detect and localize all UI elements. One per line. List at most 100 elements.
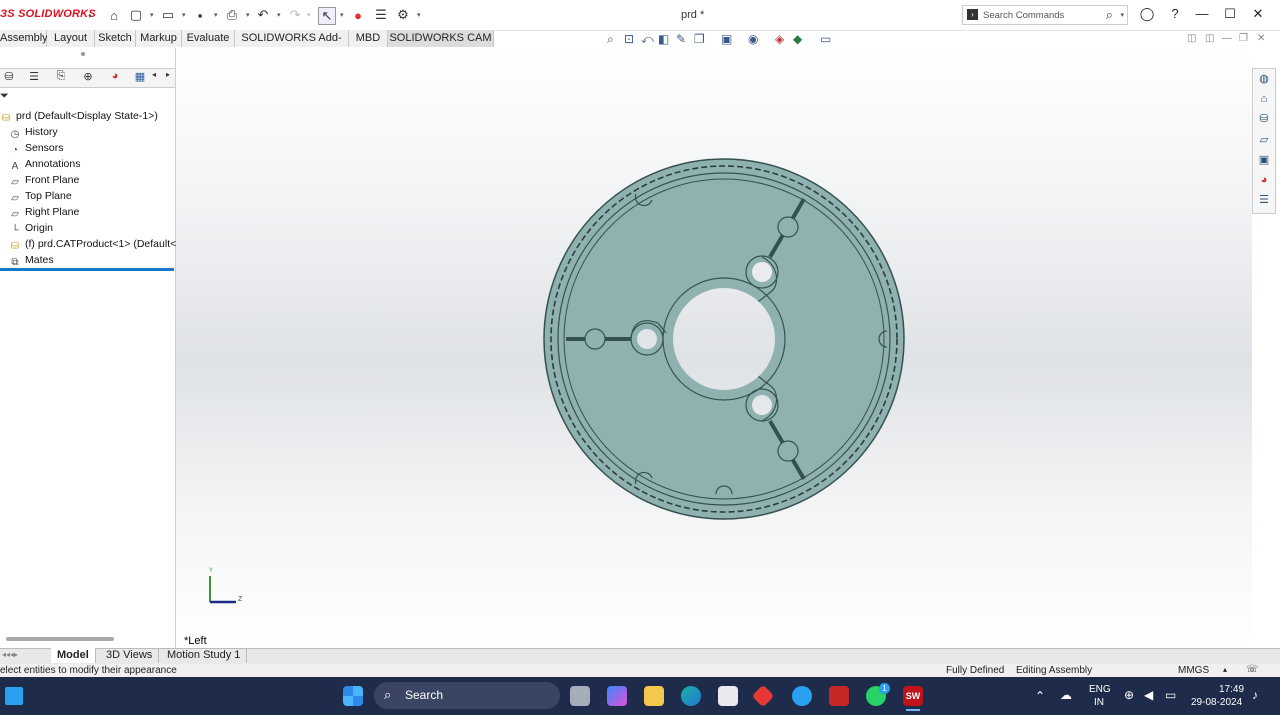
chevron-down-icon[interactable]: ▾ [246, 11, 250, 19]
previous-view-icon[interactable]: ⤺ [641, 32, 654, 47]
chevron-down-icon[interactable]: ▾ [307, 11, 311, 19]
input-language[interactable]: ENG [1089, 684, 1111, 695]
tree-item-annotations[interactable]: A Annotations [9, 156, 81, 172]
display-manager-tab-icon[interactable]: ◕ [106, 70, 124, 86]
rebuild-traffic-light-icon[interactable]: ● [350, 7, 366, 23]
clock-date[interactable]: 29-08-2024 [1191, 697, 1242, 708]
close-button[interactable]: ✕ [1248, 6, 1268, 22]
chevron-down-icon[interactable]: ▾ [182, 11, 186, 19]
battery-icon[interactable]: ▭ [1165, 688, 1176, 702]
panel-grip[interactable] [81, 52, 85, 56]
redo-icon[interactable]: ↷ [287, 7, 303, 23]
viewport-tile-icon[interactable]: ◫ [1187, 33, 1196, 44]
tab-mbd[interactable]: MBD [349, 30, 388, 47]
apply-scene-icon[interactable]: ◆ [793, 32, 802, 46]
tree-item-top-plane[interactable]: ▱ Top Plane [9, 188, 72, 204]
chevron-down-icon[interactable]: ▾ [417, 11, 421, 19]
tab-solidworks-cam[interactable]: SOLIDWORKS CAM [388, 30, 494, 47]
network-tray-icon[interactable]: ☁ [1060, 688, 1072, 702]
volume-icon[interactable]: ◀ [1144, 688, 1153, 702]
part-model[interactable] [540, 155, 910, 525]
tab-motion-study[interactable]: Motion Study 1 [161, 648, 248, 663]
notifications-bell-icon[interactable]: ♪ [1252, 688, 1258, 702]
solidworks-taskbar-icon[interactable]: SW [903, 686, 923, 706]
tree-item-right-plane[interactable]: ▱ Right Plane [9, 204, 79, 220]
home-icon[interactable]: ⌂ [106, 7, 122, 23]
appearances-icon[interactable]: ◕ [1256, 172, 1272, 188]
design-library-icon[interactable]: ⛁ [1256, 111, 1272, 127]
tree-root[interactable]: ⛁ prd (Default<Display State-1>) [0, 108, 158, 124]
tab-assembly[interactable]: Assembly [0, 30, 48, 47]
search-commands-box[interactable]: › Search Commands ⌕ ▾ [962, 5, 1128, 25]
user-account-icon[interactable]: ◯ [1137, 6, 1157, 22]
property-manager-tab-icon[interactable]: ☰ [25, 70, 43, 86]
microsoft-store-icon[interactable] [718, 686, 738, 706]
taskbar-search[interactable]: ⌕ Search [374, 682, 560, 709]
options-gear-icon[interactable]: ⚙ [395, 7, 411, 23]
edge-browser-icon[interactable] [681, 686, 701, 706]
tab-markup[interactable]: Markup [136, 30, 182, 47]
quick-tips-icon[interactable]: ☏ [1246, 664, 1259, 675]
view-orientation-icon[interactable]: ❒ [694, 32, 705, 46]
tree-rollback-bar[interactable] [0, 268, 174, 271]
viewport-minimize-icon[interactable]: — [1222, 33, 1232, 44]
feature-manager-tab-icon[interactable]: ⛁ [0, 70, 18, 86]
maximize-button[interactable]: ☐ [1220, 6, 1240, 22]
tree-item-origin[interactable]: └ Origin [9, 220, 53, 236]
tab-3d-views[interactable]: 3D Views [100, 648, 160, 663]
copilot-icon[interactable] [607, 686, 627, 706]
filter-icon[interactable]: ⏷ [0, 90, 9, 103]
view-settings-icon[interactable]: ▭ [820, 32, 831, 46]
tab-model[interactable]: Model [51, 648, 96, 663]
chevron-right-icon[interactable]: › [82, 7, 98, 23]
chevron-down-icon[interactable]: ▾ [277, 11, 281, 19]
chevron-up-icon[interactable]: ▴ [1223, 665, 1227, 674]
dimxpert-tab-icon[interactable]: ⊕ [79, 70, 97, 86]
tree-item-front-plane[interactable]: ▱ Front Plane [9, 172, 79, 188]
print-icon[interactable]: ⎙ [224, 7, 240, 23]
zoom-to-fit-icon[interactable]: ⌕ [607, 32, 614, 47]
edit-appearance-icon[interactable]: ◈ [775, 32, 784, 46]
help-icon[interactable]: ? [1165, 6, 1185, 21]
section-view-icon[interactable]: ◧ [658, 32, 669, 46]
chevron-down-icon[interactable]: ▾ [214, 11, 218, 19]
widgets-icon[interactable] [5, 687, 23, 705]
chevron-down-icon[interactable]: ▾ [150, 11, 154, 19]
tab-solidworks-add-ins[interactable]: SOLIDWORKS Add-Ins [235, 30, 349, 61]
tab-evaluate[interactable]: Evaluate [182, 30, 235, 47]
units-selector[interactable]: MMGS [1178, 665, 1209, 676]
tree-item-mates[interactable]: ⧉ Mates [9, 252, 53, 268]
tree-item-component[interactable]: ⛁ (f) prd.CATProduct<1> (Default< [9, 236, 176, 252]
minimize-button[interactable]: — [1192, 6, 1212, 21]
viewport-split-icon[interactable]: ◫ [1205, 33, 1214, 44]
input-region[interactable]: IN [1094, 697, 1104, 708]
open-folder-icon[interactable]: ▭ [160, 7, 176, 23]
chevron-down-icon[interactable]: ▾ [1120, 11, 1124, 19]
tab-layout[interactable]: Layout [47, 30, 95, 47]
undo-icon[interactable]: ↶ [255, 7, 271, 23]
windows-start-icon[interactable] [343, 686, 363, 706]
clock-time[interactable]: 17:49 [1219, 684, 1244, 695]
home-icon[interactable]: ⌂ [1256, 91, 1272, 107]
tree-item-history[interactable]: ◷ History [9, 124, 58, 140]
file-explorer-icon[interactable]: ▱ [1256, 132, 1272, 148]
select-arrow-icon[interactable]: ↖ [318, 7, 336, 25]
dynamic-annotation-icon[interactable]: ✎ [676, 32, 686, 46]
chevron-right-icon[interactable]: ▸ [159, 70, 177, 86]
horizontal-scrollbar[interactable] [6, 637, 114, 641]
help-app-icon[interactable] [792, 686, 812, 706]
tree-item-sensors[interactable]: ◔ Sensors [9, 140, 64, 156]
globe-icon[interactable]: ⊕ [1124, 688, 1134, 702]
hide-show-items-icon[interactable]: ◉ [748, 32, 758, 46]
file-explorer-icon[interactable] [644, 686, 664, 706]
new-document-icon[interactable]: ▢ [128, 7, 144, 23]
save-icon[interactable]: ▪ [192, 7, 208, 23]
viewport-close-icon[interactable]: ✕ [1257, 33, 1265, 44]
search-icon[interactable]: ⌕ [1106, 7, 1113, 23]
mcafee-icon[interactable] [829, 686, 849, 706]
solidworks-resources-icon[interactable]: ◍ [1256, 71, 1272, 87]
show-hidden-icons-chevron-icon[interactable]: ⌃ [1035, 689, 1045, 703]
display-style-icon[interactable]: ▣ [721, 32, 732, 46]
tab-sketch[interactable]: Sketch [95, 30, 136, 47]
zoom-to-area-icon[interactable]: ⊡ [624, 32, 634, 46]
